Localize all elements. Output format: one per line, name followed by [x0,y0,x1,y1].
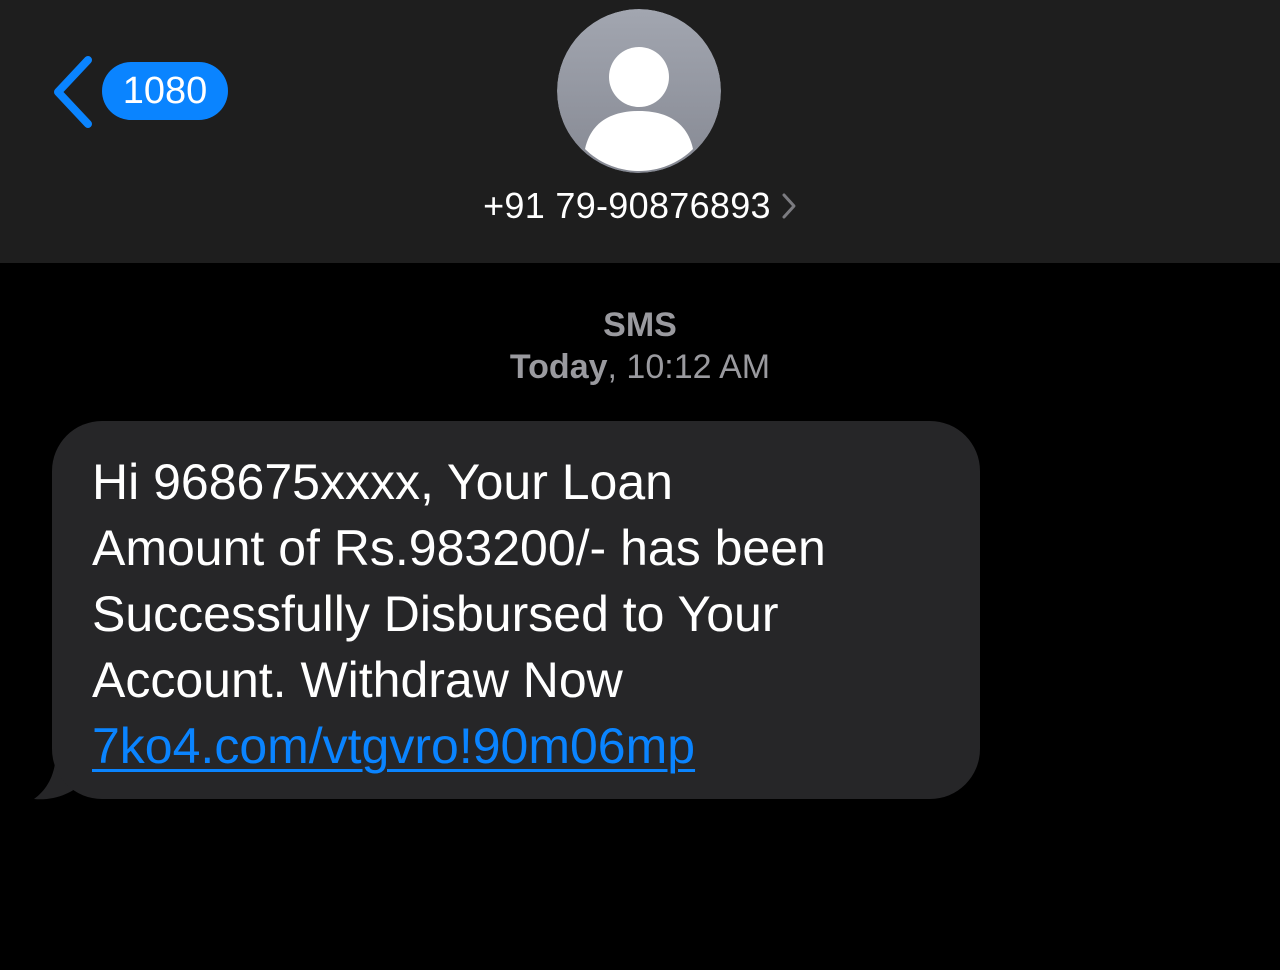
contact-avatar[interactable] [557,9,721,173]
message-text: Hi 968675xxxx, Your Loan Amount of Rs.98… [92,454,826,708]
unread-count-badge: 1080 [102,62,228,120]
chevron-left-icon [54,56,92,128]
message-bubble[interactable]: Hi 968675xxxx, Your Loan Amount of Rs.98… [52,421,980,799]
contact-number: +91 79-90876893 [483,185,771,226]
message-link[interactable]: 7ko4.com/vtgvro!90m06mp [92,713,980,779]
person-silhouette-icon [557,9,721,173]
back-button[interactable]: 1080 [50,56,228,128]
contact-details-button[interactable]: +91 79-90876893 [0,185,1280,227]
conversation-header: 1080 +91 79-90876893 [0,0,1280,263]
timestamp-day: Today [509,348,608,386]
chevron-right-icon [782,193,796,219]
message-timestamp: Today, 10:12 AM [0,348,1280,387]
timestamp-time: , 10:12 AM [607,348,771,386]
service-label: SMS [603,306,677,344]
